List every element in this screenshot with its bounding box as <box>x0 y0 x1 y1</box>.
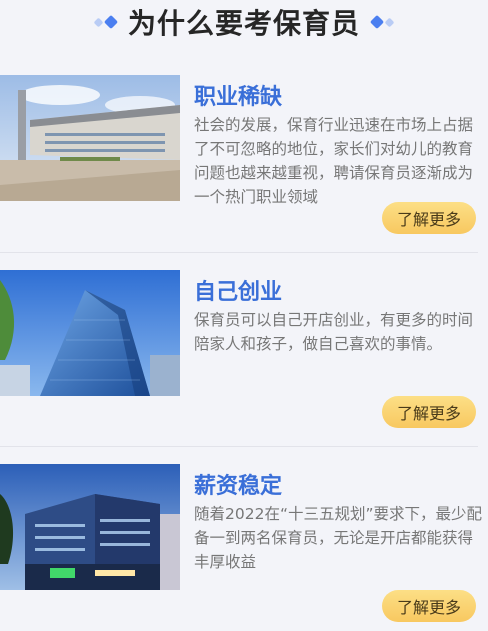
divider <box>0 252 478 253</box>
learn-more-button[interactable]: 了解更多 <box>382 202 476 234</box>
right-diamond-icon <box>369 14 395 30</box>
divider <box>0 446 478 447</box>
learn-more-button[interactable]: 了解更多 <box>382 590 476 622</box>
section-header: 为什么要考保育员 <box>0 0 488 44</box>
page-title: 为什么要考保育员 <box>127 7 360 40</box>
campus-building-photo <box>0 75 180 201</box>
left-diamond-icon <box>93 14 119 30</box>
card-description: 保育员可以自己开店创业，有更多的时间陪家人和孩子，做自己喜欢的事情。 <box>194 311 474 353</box>
office-complex-photo <box>0 464 180 590</box>
card-description: 社会的发展，保育行业迅速在市场上占据了不可忽略的地位，家长们对幼儿的教育问题也越… <box>194 116 474 206</box>
card-title: 自己创业 <box>194 280 283 305</box>
card-description: 随着2022在“十三五规划”要求下，最少配备一到两名保育员，无论是开店都能获得丰… <box>194 505 483 571</box>
card-title: 职业稀缺 <box>194 85 283 110</box>
learn-more-button[interactable]: 了解更多 <box>382 396 476 428</box>
card-title: 薪资稳定 <box>194 474 283 499</box>
glass-tower-photo <box>0 270 180 396</box>
